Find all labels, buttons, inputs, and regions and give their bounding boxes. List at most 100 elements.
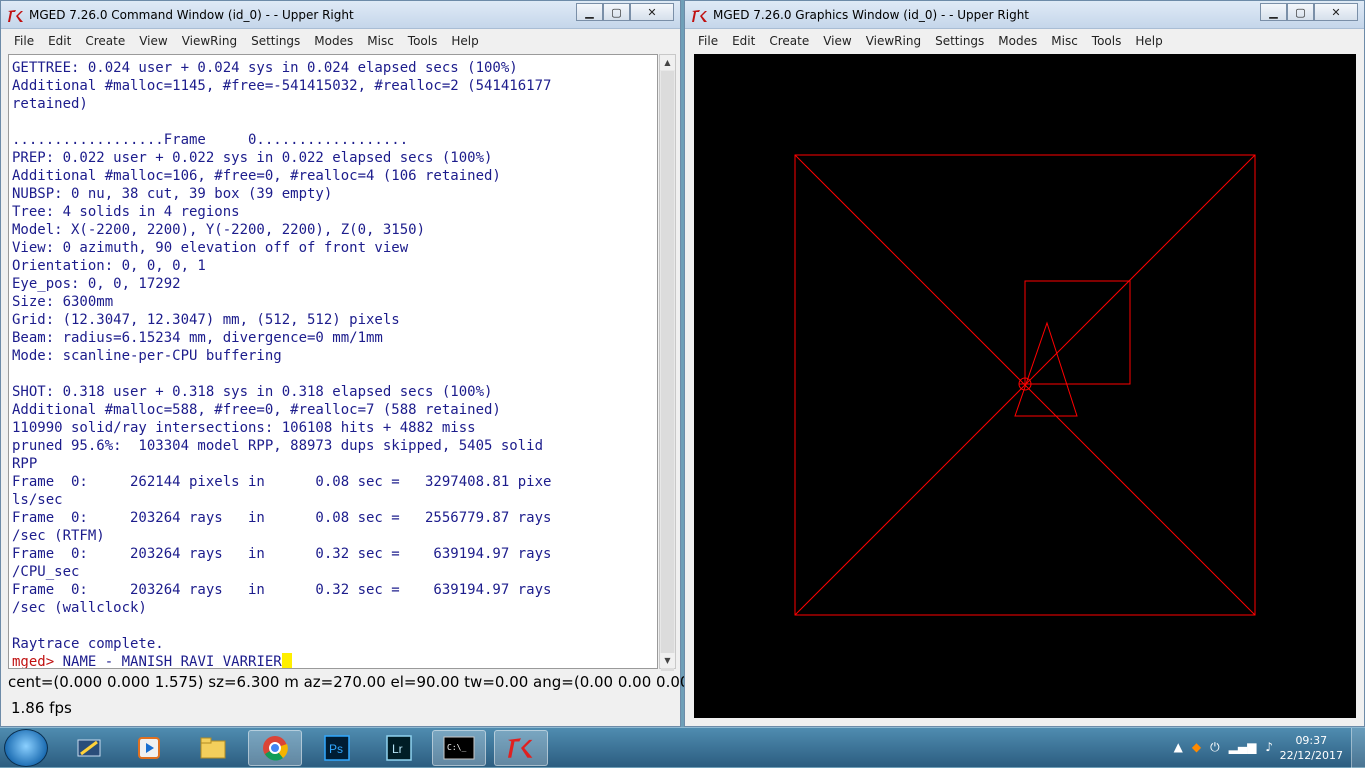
console-line: Size: 6300mm [12,294,114,310]
maximize-button[interactable]: ▢ [603,3,630,21]
tk-icon[interactable] [494,730,548,766]
console-line: Frame 0: 203264 rays in 0.08 sec = 25567… [12,510,552,526]
graphics-menubar: File Edit Create View ViewRing Settings … [691,30,1358,52]
network-icon[interactable]: ▂▄▆ [1229,740,1257,755]
menu-modes[interactable]: Modes [307,34,360,48]
clock[interactable]: 09:37 22/12/2017 [1280,733,1343,763]
menu-settings[interactable]: Settings [244,34,307,48]
graphics-window-titlebar[interactable]: MGED 7.26.0 Graphics Window (id_0) - - U… [685,1,1364,29]
scroll-up-arrow-icon[interactable]: ▲ [660,55,675,70]
clock-time: 09:37 [1295,734,1328,747]
command-menubar: File Edit Create View ViewRing Settings … [7,30,674,52]
menu-create[interactable]: Create [78,34,132,48]
console-line: Additional #malloc=588, #free=0, #reallo… [12,402,501,418]
console-line: Mode: scanline-per-CPU buffering [12,348,282,364]
console-line: /sec (wallclock) [12,600,147,616]
wireframe-view [794,154,1256,616]
power-icon[interactable]: ⏻ [1210,740,1220,755]
minimize-button[interactable]: ▁ [1260,3,1287,21]
command-prompt-line[interactable]: mged> NAME - MANISH RAVI VARRIER [12,653,654,669]
triangle [1014,321,1078,417]
menu-tools[interactable]: Tools [1085,34,1129,48]
menu-edit[interactable]: Edit [725,34,762,48]
antivirus-icon[interactable]: ◆ [1192,740,1201,755]
console-line: SHOT: 0.318 user + 0.318 sys in 0.318 el… [12,384,493,400]
menu-file[interactable]: File [7,34,41,48]
console-line: Frame 0: 262144 pixels in 0.08 sec = 329… [12,474,552,490]
console-line: retained) [12,96,88,112]
console-line: Frame 0: 203264 rays in 0.32 sec = 63919… [12,546,552,562]
menu-edit[interactable]: Edit [41,34,78,48]
menu-settings[interactable]: Settings [928,34,991,48]
console-line: View: 0 azimuth, 90 elevation off of fro… [12,240,409,256]
text-cursor [281,653,292,668]
system-tray: ▲ ◆ ⏻ ▂▄▆ ♪ [1174,740,1273,755]
start-button-icon[interactable] [4,729,48,767]
view-status-line: cent=(0.000 0.000 1.575) sz=6.300 m az=2… [8,673,696,691]
chrome-icon[interactable] [248,730,302,766]
console-line: ..................Frame 0...............… [12,132,409,148]
console-line: Grid: (12.3047, 12.3047) mm, (512, 512) … [12,312,400,328]
show-hidden-icons-icon[interactable]: ▲ [1174,740,1183,755]
menu-help[interactable]: Help [444,34,485,48]
menu-help[interactable]: Help [1128,34,1169,48]
console-line: GETTREE: 0.024 user + 0.024 sys in 0.024… [12,60,518,76]
photoshop-icon[interactable]: Ps [310,730,364,766]
console-line: PREP: 0.022 user + 0.022 sys in 0.022 el… [12,150,493,166]
console-line: Frame 0: 203264 rays in 0.32 sec = 63919… [12,582,552,598]
show-desktop-button[interactable] [1351,728,1365,768]
svg-text:C:\_: C:\_ [447,743,466,752]
volume-icon[interactable]: ♪ [1265,740,1273,755]
minimize-button[interactable]: ▁ [576,3,603,21]
menu-create[interactable]: Create [762,34,816,48]
menu-viewring[interactable]: ViewRing [175,34,244,48]
menu-tools[interactable]: Tools [401,34,445,48]
console-line: ls/sec [12,492,63,508]
graphics-window: MGED 7.26.0 Graphics Window (id_0) - - U… [684,0,1365,727]
cmd-icon[interactable]: C:\_ [432,730,486,766]
console-line: Model: X(-2200, 2200), Y(-2200, 2200), Z… [12,222,426,238]
console-line: RPP [12,456,38,472]
console-line: /CPU_sec [12,564,80,580]
console-line: Beam: radius=6.15234 mm, divergence=0 mm… [12,330,383,346]
console-line: Orientation: 0, 0, 0, 1 [12,258,206,274]
menu-view[interactable]: View [132,34,174,48]
close-button[interactable]: ✕ [630,3,674,21]
prompt-label: mged> [12,654,55,669]
console-line: 110990 solid/ray intersections: 106108 h… [12,420,476,436]
hp-cam-icon[interactable] [62,730,116,766]
tk-feather-icon [8,10,23,22]
explorer-folder-icon[interactable] [186,730,240,766]
tk-feather-icon [692,10,707,22]
command-window-titlebar[interactable]: MGED 7.26.0 Command Window (id_0) - - Up… [1,1,680,29]
console-output[interactable]: GETTREE: 0.024 user + 0.024 sys in 0.024… [8,54,658,669]
scroll-down-arrow-icon[interactable]: ▼ [660,653,675,668]
graphics-window-title: MGED 7.26.0 Graphics Window (id_0) - - U… [713,8,1030,22]
menu-view[interactable]: View [816,34,858,48]
menu-misc[interactable]: Misc [1044,34,1085,48]
menu-file[interactable]: File [691,34,725,48]
menu-viewring[interactable]: ViewRing [859,34,928,48]
console-line: Eye_pos: 0, 0, 17292 [12,276,181,292]
close-button[interactable]: ✕ [1314,3,1358,21]
scroll-thumb[interactable] [661,71,674,671]
taskbar: Ps Lr C:\_ ▲ ◆ ⏻ ▂▄▆ ♪ 09:37 22/12/2017 [0,727,1365,768]
console-line: Additional #malloc=106, #free=0, #reallo… [12,168,501,184]
console-scrollbar[interactable]: ▲ ▼ [659,54,676,671]
command-input[interactable]: NAME - MANISH RAVI VARRIER [54,654,282,668]
console-line: pruned 95.6%: 103304 model RPP, 88973 du… [12,438,544,454]
console-line: Raytrace complete. [12,636,164,652]
console-line: Tree: 4 solids in 4 regions [12,204,240,220]
fps-readout: 1.86 fps [11,699,72,717]
media-player-icon[interactable] [122,730,176,766]
console-line: Additional #malloc=1145, #free=-54141503… [12,78,552,94]
menu-misc[interactable]: Misc [360,34,401,48]
maximize-button[interactable]: ▢ [1287,3,1314,21]
graphics-canvas[interactable] [694,54,1356,718]
clock-date: 22/12/2017 [1279,749,1343,762]
menu-modes[interactable]: Modes [991,34,1044,48]
lightroom-icon[interactable]: Lr [372,730,426,766]
command-window: MGED 7.26.0 Command Window (id_0) - - Up… [0,0,695,727]
